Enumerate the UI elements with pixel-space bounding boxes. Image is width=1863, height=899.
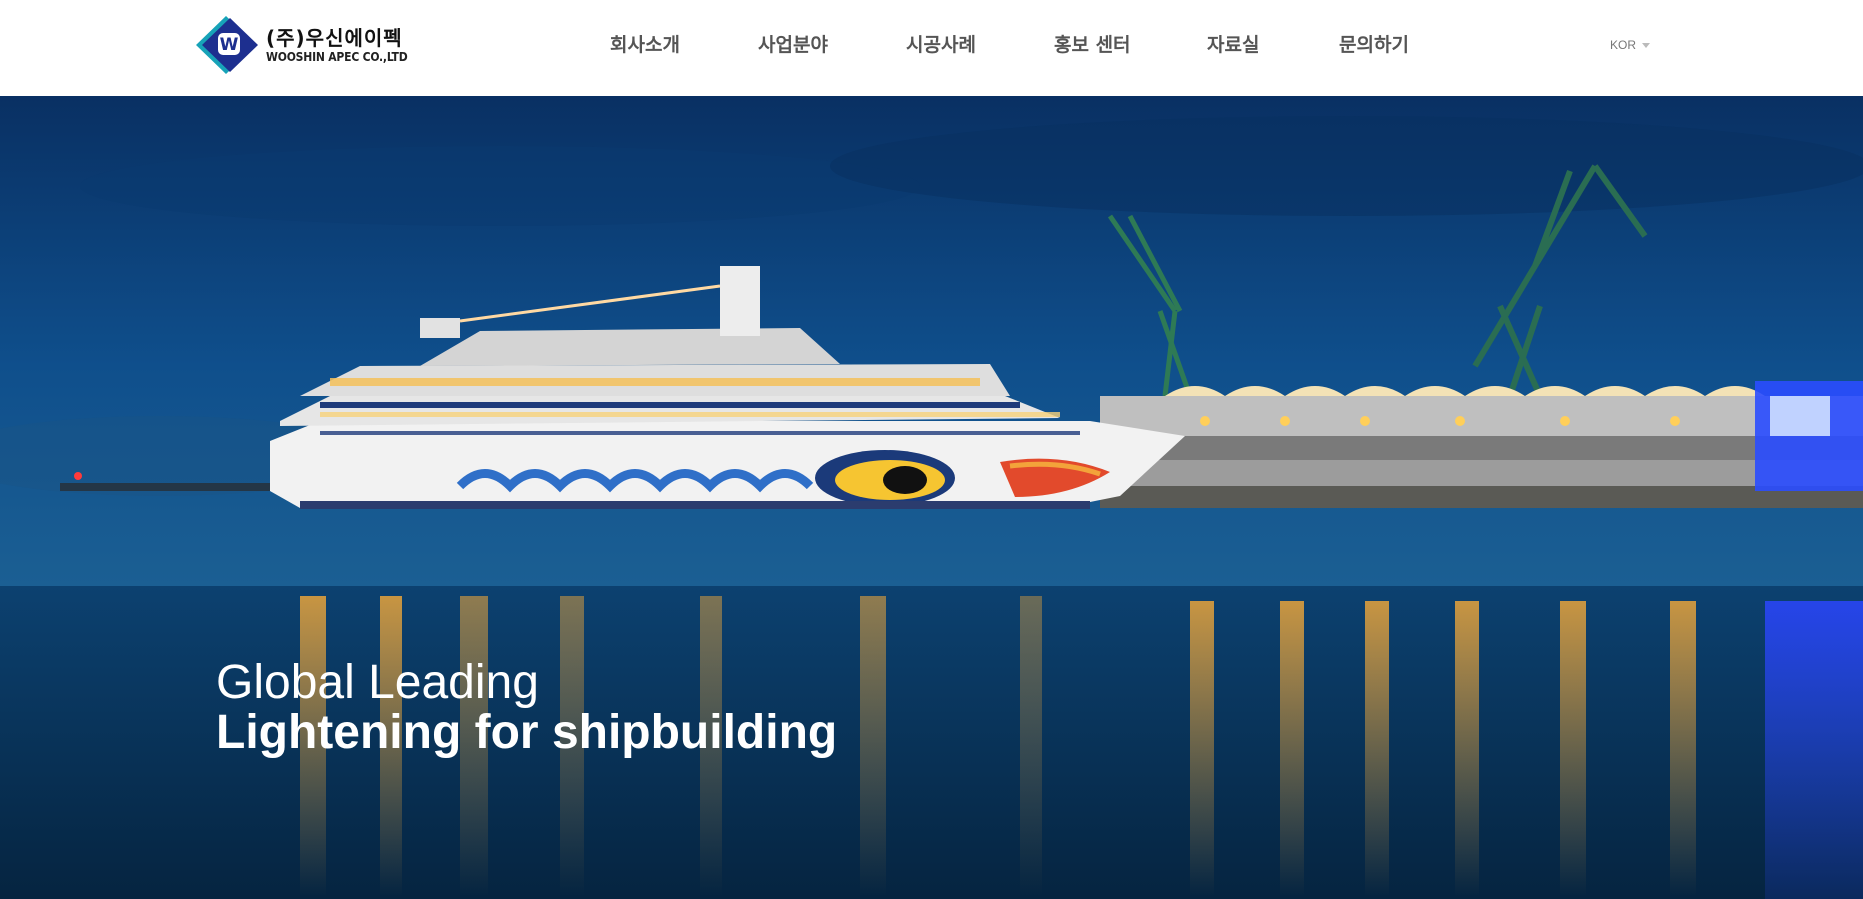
- hero-headline-line2: Lightening for shipbuilding: [216, 708, 837, 758]
- nav-item-cases[interactable]: 시공사례: [906, 30, 976, 57]
- caret-down-icon: [1642, 42, 1651, 48]
- language-label: KOR: [1610, 38, 1637, 52]
- hero-headline-rest: for shipbuilding: [461, 706, 838, 759]
- nav-item-inquiry[interactable]: 문의하기: [1339, 30, 1409, 57]
- nav-item-business[interactable]: 사업분야: [758, 30, 828, 57]
- language-selector[interactable]: KOR: [1610, 38, 1651, 52]
- red-beacon: [74, 472, 82, 480]
- hero-banner: Global Leading Lightening for shipbuildi…: [0, 96, 1863, 899]
- hero-headline-bold: Lightening: [216, 706, 462, 759]
- breakwater: [60, 483, 280, 491]
- nav-item-company[interactable]: 회사소개: [610, 30, 680, 57]
- site-header: W (주)우신에이펙 WOOSHIN APEC CO.,LTD 회사소개 사업분…: [0, 0, 1863, 96]
- hero-headline-line1: Global Leading: [216, 656, 539, 709]
- hero-headline: Global Leading Lightening for shipbuildi…: [216, 658, 837, 758]
- hero-harbor-image: [0, 96, 1863, 899]
- main-nav: 회사소개 사업분야 시공사례 홍보 센터 자료실 문의하기: [0, 0, 1863, 96]
- nav-item-pr-center[interactable]: 홍보 센터: [1054, 30, 1131, 57]
- shipyard-building: [1100, 381, 1863, 508]
- nav-item-library[interactable]: 자료실: [1207, 30, 1259, 57]
